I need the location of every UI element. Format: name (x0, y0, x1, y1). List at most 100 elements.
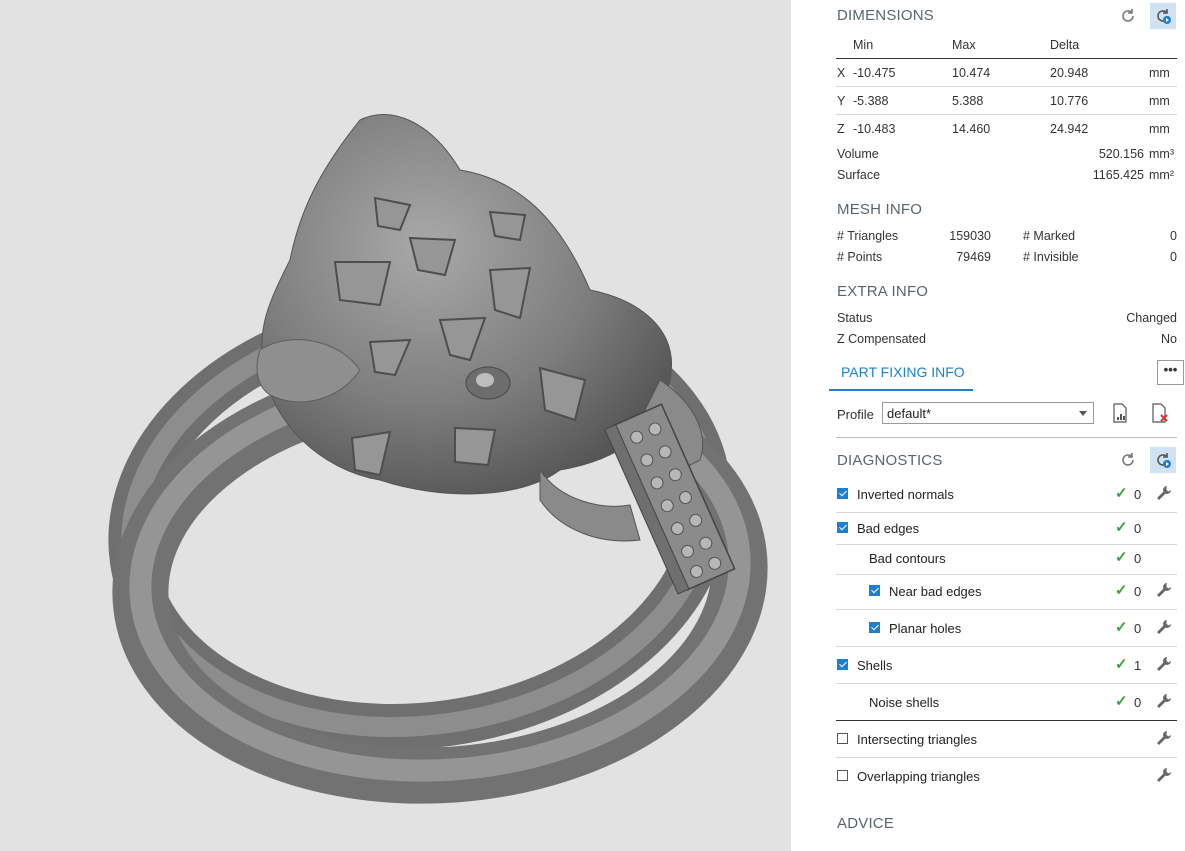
dim-unit-y: mm (1149, 94, 1170, 108)
overlapping-triangles-checkbox[interactable] (837, 770, 848, 781)
row-divider (836, 757, 1177, 758)
overlapping-triangles-label: Overlapping triangles (857, 769, 980, 784)
dim-axis-x: X (837, 66, 846, 80)
3d-viewport[interactable] (0, 0, 791, 851)
advice-title: ADVICE (837, 815, 895, 832)
dim-delta-y: 10.776 (1050, 94, 1089, 108)
invisible-label: # Invisible (1023, 250, 1079, 264)
profile-label: Profile (837, 407, 874, 422)
bad-edges-checkbox[interactable] (837, 522, 848, 533)
section-divider (836, 720, 1177, 721)
dim-max-y: 5.388 (952, 94, 984, 108)
planar-holes-count: 0 (1134, 621, 1142, 636)
row-divider (836, 86, 1177, 87)
wrench-icon[interactable] (1155, 692, 1173, 710)
near-bad-edges-checkbox[interactable] (869, 585, 880, 596)
col-max-header: Max (952, 38, 976, 52)
noise-shells-label: Noise shells (869, 695, 940, 710)
wrench-icon[interactable] (1155, 729, 1173, 747)
ring-model (108, 113, 768, 804)
shells-count: 1 (1134, 658, 1142, 673)
planar-holes-checkbox[interactable] (869, 622, 880, 633)
check-icon: ✓ (1115, 549, 1128, 566)
check-icon: ✓ (1115, 619, 1128, 636)
check-icon: ✓ (1115, 582, 1128, 599)
bad-edges-count: 0 (1134, 521, 1142, 536)
bad-contours-count: 0 (1134, 551, 1142, 566)
tab-part-fixing-info[interactable]: PART FIXING INFO (829, 362, 973, 391)
refresh-icon (1122, 453, 1134, 466)
row-divider (836, 544, 1177, 545)
report-icon (1113, 403, 1127, 423)
shells-checkbox[interactable] (837, 659, 848, 670)
surface-value: 1165.425 (1092, 168, 1144, 182)
dimensions-title: DIMENSIONS (837, 7, 935, 24)
properties-panel: DIMENSIONS Min Max Delta X -10.475 10.47… (791, 0, 1185, 851)
surface-unit: mm² (1149, 168, 1174, 182)
chevron-down-icon (1079, 411, 1087, 416)
inverted-normals-count: 0 (1134, 487, 1142, 502)
volume-label: Volume (837, 147, 879, 161)
auto-refresh-icon (1157, 9, 1171, 24)
dim-axis-y: Y (837, 94, 846, 108)
near-bad-edges-count: 0 (1134, 584, 1142, 599)
extra-info-title: EXTRA INFO (837, 283, 929, 300)
diagnostics-refresh-button[interactable] (1115, 447, 1141, 473)
bad-edges-label: Bad edges (857, 521, 920, 536)
refresh-button[interactable] (1115, 3, 1141, 29)
marked-label: # Marked (1023, 229, 1076, 243)
tab-active-indicator (829, 389, 973, 391)
check-icon: ✓ (1115, 693, 1128, 710)
wrench-icon[interactable] (1155, 655, 1173, 673)
triangles-label: # Triangles (837, 229, 899, 243)
z-compensated-value: No (1161, 332, 1177, 346)
wrench-icon[interactable] (1155, 484, 1173, 502)
inverted-normals-checkbox[interactable] (837, 488, 848, 499)
auto-refresh-icon (1157, 453, 1171, 468)
triangles-value: 159030 (949, 229, 991, 243)
intersecting-triangles-checkbox[interactable] (837, 733, 848, 744)
dim-unit-x: mm (1149, 66, 1170, 80)
z-compensated-label: Z Compensated (837, 332, 926, 346)
dim-min-z: -10.483 (853, 122, 896, 136)
row-divider (836, 512, 1177, 513)
col-min-header: Min (853, 38, 874, 52)
check-icon: ✓ (1115, 656, 1128, 673)
more-options-button[interactable]: ••• (1157, 360, 1184, 385)
row-divider (836, 683, 1177, 684)
volume-unit: mm³ (1149, 147, 1174, 161)
wrench-icon[interactable] (1155, 581, 1173, 599)
invisible-value: 0 (1170, 250, 1177, 264)
status-label: Status (837, 311, 873, 325)
noise-shells-count: 0 (1134, 695, 1142, 710)
points-value: 79469 (956, 250, 991, 264)
volume-value: 520.156 (1098, 147, 1144, 161)
dim-axis-z: Z (837, 122, 845, 136)
dim-min-y: -5.388 (853, 94, 889, 108)
profile-select[interactable]: default* (882, 402, 1094, 424)
diagnostics-title: DIAGNOSTICS (837, 452, 943, 469)
dim-delta-z: 24.942 (1050, 122, 1089, 136)
delete-report-button[interactable] (1147, 400, 1173, 426)
intersecting-triangles-label: Intersecting triangles (857, 732, 977, 747)
bad-contours-label: Bad contours (869, 551, 946, 566)
dim-delta-x: 20.948 (1050, 66, 1089, 80)
inverted-normals-label: Inverted normals (857, 487, 954, 502)
points-label: # Points (837, 250, 883, 264)
mesh-info-title: MESH INFO (837, 201, 923, 218)
dim-min-x: -10.475 (853, 66, 896, 80)
report-button[interactable] (1107, 400, 1133, 426)
refresh-icon (1122, 9, 1134, 22)
diagnostics-auto-refresh-button[interactable] (1150, 447, 1176, 473)
row-divider (836, 646, 1177, 647)
row-divider (836, 609, 1177, 610)
profile-select-value: default* (887, 406, 932, 421)
wrench-icon[interactable] (1155, 618, 1173, 636)
delete-report-icon (1152, 403, 1168, 423)
shells-label: Shells (857, 658, 893, 673)
wrench-icon[interactable] (1155, 766, 1173, 784)
auto-refresh-button[interactable] (1150, 3, 1176, 29)
row-divider (836, 574, 1177, 575)
check-icon: ✓ (1115, 519, 1128, 536)
row-divider (836, 114, 1177, 115)
